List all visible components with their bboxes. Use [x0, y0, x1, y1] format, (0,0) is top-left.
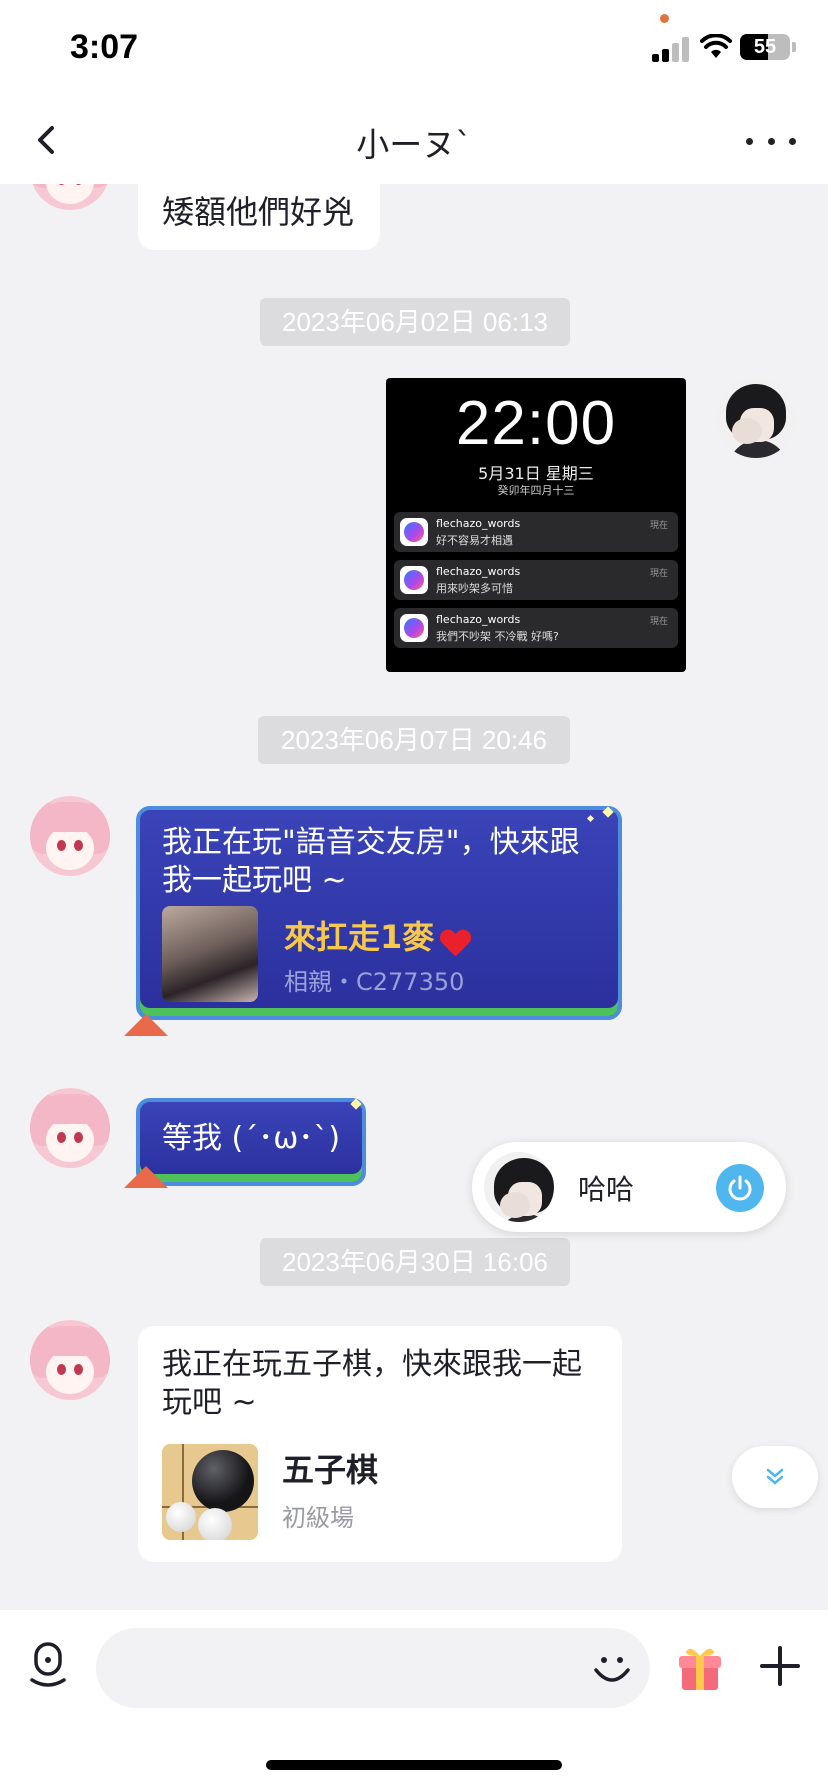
plus-icon[interactable] — [758, 1644, 802, 1688]
notification-time: 現在 — [649, 569, 668, 579]
game-invite-card[interactable]: 我正在玩五子棋，快來跟我一起玩吧 ~ 五子棋 初級場 — [138, 1326, 622, 1562]
messenger-icon — [400, 566, 428, 594]
notification-message: 我們不吵架 不冷戰 好嗎? — [436, 630, 559, 643]
status-time: 3:07 — [70, 28, 139, 66]
notification-message: 用來吵架多可惜 — [436, 582, 513, 595]
messenger-icon — [400, 614, 428, 642]
game-subtitle: 初級場 — [282, 1504, 354, 1532]
timestamp: 2023年06月02日 06:13 — [260, 298, 570, 346]
avatar[interactable] — [30, 1088, 110, 1168]
notification-time: 現在 — [649, 521, 668, 531]
room-thumbnail — [162, 906, 258, 1002]
avatar[interactable] — [30, 796, 110, 876]
wifi-icon — [700, 34, 732, 58]
status-bar: 3:07 55 — [0, 0, 828, 96]
cellular-signal-icon — [652, 36, 690, 62]
microphone-icon[interactable] — [28, 1640, 68, 1690]
battery-cap — [792, 42, 796, 52]
notification-sender: flechazo_words — [436, 517, 521, 530]
pill-label: 哈哈 — [578, 1173, 635, 1206]
notification-sender: flechazo_words — [436, 565, 521, 578]
battery-percent: 55 — [753, 35, 777, 58]
room-title: 來扛走1麥 — [284, 918, 435, 956]
game-thumbnail — [162, 1444, 258, 1540]
room-subtitle: 相親・C277350 — [284, 968, 465, 996]
avatar[interactable] — [30, 184, 110, 210]
heart-icon — [440, 930, 470, 958]
screenshot-lunar-date: 癸卯年四月十三 — [497, 484, 575, 497]
nav-bar: 小ーヌ` — [0, 96, 828, 184]
smile-icon[interactable] — [590, 1646, 634, 1690]
my-avatar[interactable] — [716, 378, 796, 458]
screenshot-date: 5月31日 星期三 — [478, 464, 594, 483]
game-title: 五子棋 — [282, 1451, 379, 1489]
invite-text: 我正在玩"語音交友房"，快來跟我一起玩吧 ~ — [162, 825, 580, 898]
chat-title: 小ーヌ` — [356, 125, 472, 164]
pill-avatar — [484, 1152, 554, 1222]
screenshot-clock: 22:00 — [455, 389, 617, 458]
tent-decoration — [124, 1166, 168, 1188]
message-bubble[interactable]: 矮額他們好兇 — [138, 184, 380, 250]
messenger-icon — [400, 518, 428, 546]
message-text: 矮額他們好兇 — [162, 193, 355, 231]
gift-icon[interactable] — [676, 1642, 724, 1692]
chevron-double-down-icon — [766, 1468, 784, 1485]
recording-indicator — [660, 14, 669, 23]
notification-message: 好不容易才相遇 — [436, 534, 513, 547]
timestamp: 2023年06月30日 16:06 — [260, 1238, 570, 1286]
battery-icon: 55 — [740, 34, 790, 60]
tent-decoration — [124, 1014, 168, 1036]
timestamp: 2023年06月07日 20:46 — [258, 716, 570, 764]
message-bubble[interactable]: 等我 (´･ω･`) — [136, 1098, 366, 1186]
notification: flechazo_words 好不容易才相遇 現在 — [394, 512, 678, 552]
invite-text: 我正在玩五子棋，快來跟我一起玩吧 ~ — [162, 1347, 582, 1420]
power-icon[interactable] — [716, 1164, 764, 1212]
notification-time: 現在 — [649, 617, 668, 627]
notification-sender: flechazo_words — [436, 613, 521, 626]
image-message[interactable]: 22:00 5月31日 星期三 癸卯年四月十三 flechazo_words 好… — [386, 378, 686, 672]
notification: flechazo_words 用來吵架多可惜 現在 — [394, 560, 678, 600]
voice-room-pill[interactable]: 哈哈 — [472, 1142, 786, 1232]
back-icon[interactable] — [28, 118, 68, 162]
notification: flechazo_words 我們不吵架 不冷戰 好嗎? 現在 — [394, 608, 678, 648]
home-indicator — [266, 1760, 562, 1770]
room-title-row: 來扛走1麥 — [284, 912, 470, 958]
chat-area[interactable]: 矮額他們好兇 2023年06月02日 06:13 22:00 5月31日 星期三… — [0, 184, 828, 1610]
scroll-to-bottom-button[interactable] — [732, 1446, 818, 1508]
voice-room-invite-card[interactable]: 我正在玩"語音交友房"，快來跟我一起玩吧 ~ 來扛走1麥 相親・C277350 — [136, 806, 622, 1020]
message-text: 等我 (´･ω･`) — [162, 1121, 341, 1156]
avatar[interactable] — [30, 1320, 110, 1400]
more-icon[interactable] — [746, 126, 796, 156]
message-input[interactable] — [96, 1628, 650, 1708]
